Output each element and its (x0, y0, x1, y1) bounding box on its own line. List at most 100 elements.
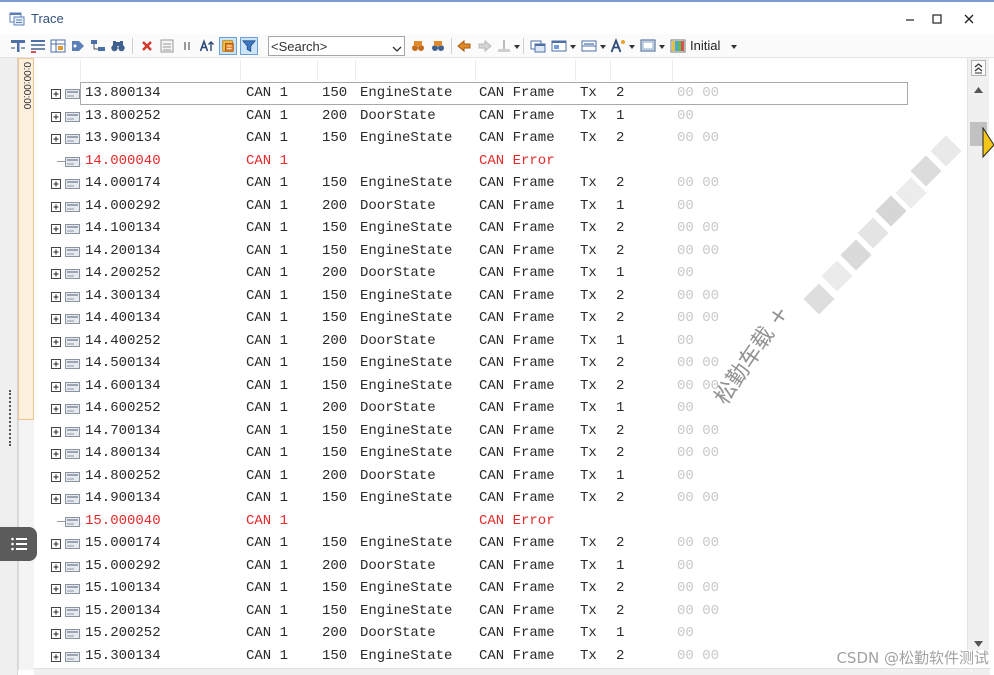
expand-plus-icon[interactable] (51, 381, 61, 392)
trace-row[interactable]: 14.600252 CAN 1 200 DoorState CAN Frame Tx 1 00 (0, 397, 967, 420)
trace-row[interactable]: 15.100134 CAN 1 150 EngineState CAN Frame Tx 2… (0, 577, 967, 600)
binoculars-icon[interactable] (109, 37, 127, 55)
display-icon[interactable] (639, 37, 657, 55)
layout-icon[interactable] (550, 37, 568, 55)
expand-plus-icon[interactable] (51, 538, 61, 549)
window-icon[interactable] (529, 37, 547, 55)
trace-row[interactable]: 15.300134 CAN 1 150 EngineState CAN Frame Tx 2… (0, 645, 967, 668)
trace-row[interactable]: 15.000174 CAN 1 150 EngineState CAN Frame Tx 2… (0, 532, 967, 555)
expand-plus-icon[interactable] (51, 88, 61, 99)
highlight-icon[interactable] (219, 37, 237, 55)
expand-plus-icon[interactable] (51, 471, 61, 482)
trace-row[interactable]: 14.000174 CAN 1 150 EngineState CAN Frame Tx 2… (0, 172, 967, 195)
maximize-button[interactable] (929, 11, 945, 27)
trace-row[interactable]: 14.200134 CAN 1 150 EngineState CAN Frame Tx 2… (0, 240, 967, 263)
chevron-down-icon[interactable] (731, 45, 737, 49)
tag-icon[interactable] (69, 37, 87, 55)
tree-line (57, 520, 65, 522)
expand-plus-icon[interactable] (51, 133, 61, 144)
channel-cell: CAN 1 (246, 625, 289, 641)
trace-row[interactable]: 14.000292 CAN 1 200 DoorState CAN Frame Tx 1 00 (0, 195, 967, 218)
scroll-to-top-button[interactable] (971, 60, 986, 76)
expand-plus-icon[interactable] (51, 111, 61, 122)
trace-row[interactable]: 14.800134 CAN 1 150 EngineState CAN Frame Tx 2… (0, 442, 967, 465)
expand-plus-icon[interactable] (51, 583, 61, 594)
chevron-down-icon[interactable] (392, 41, 402, 52)
trace-row[interactable]: 15.000292 CAN 1 200 DoorState CAN Frame Tx 1 00 (0, 555, 967, 578)
list-menu-button[interactable] (0, 527, 37, 561)
scroll-down-arrow-icon[interactable] (973, 636, 984, 647)
expand-plus-icon[interactable] (51, 246, 61, 257)
trace-row[interactable]: 14.100134 CAN 1 150 EngineState CAN Frame Tx 2… (0, 217, 967, 240)
scroll-up-arrow-icon[interactable] (973, 82, 984, 93)
expand-plus-icon[interactable] (51, 606, 61, 617)
event-type-cell: CAN Frame (479, 265, 555, 281)
message-name-cell: EngineState (360, 422, 453, 439)
expand-plus-icon[interactable] (51, 201, 61, 212)
channel-cell: CAN 1 (246, 467, 289, 484)
trace-row-error[interactable]: 14.000040 CAN 1 CAN Error (0, 150, 967, 173)
chevron-down-icon[interactable] (659, 45, 665, 49)
filter-icon[interactable] (240, 37, 258, 55)
search-input[interactable] (271, 38, 387, 54)
message-icon (65, 201, 80, 212)
event-type-cell: CAN Frame (479, 377, 555, 394)
trace-row[interactable]: 14.700134 CAN 1 150 EngineState CAN Frame Tx 2… (0, 420, 967, 443)
search-combobox[interactable] (268, 36, 405, 56)
expand-plus-icon[interactable] (51, 178, 61, 189)
trace-row[interactable]: 15.200134 CAN 1 150 EngineState CAN Frame Tx 2… (0, 600, 967, 623)
column-config-icon[interactable] (49, 37, 67, 55)
trace-row-error[interactable]: 15.000040 CAN 1 CAN Error (0, 510, 967, 533)
trace-row[interactable]: 13.800134 CAN 1 150 EngineState CAN Frame Tx 2… (0, 82, 967, 105)
chevron-down-icon[interactable] (570, 45, 576, 49)
expand-plus-icon[interactable] (51, 313, 61, 324)
font-icon[interactable] (609, 37, 627, 55)
horizontal-scrollbar[interactable] (34, 668, 990, 675)
expand-plus-icon[interactable] (51, 493, 61, 504)
tree-view-icon[interactable] (89, 37, 107, 55)
trace-row[interactable]: 14.400252 CAN 1 200 DoorState CAN Frame Tx 1 00 (0, 330, 967, 353)
expand-plus-icon[interactable] (51, 426, 61, 437)
data-bytes-cell: 00 00 (677, 647, 720, 664)
arrow-right-icon[interactable] (476, 37, 494, 55)
expand-plus-icon[interactable] (51, 628, 61, 639)
chevron-down-icon[interactable] (600, 45, 606, 49)
pause-icon[interactable] (178, 37, 196, 55)
trace-row[interactable]: 14.800252 CAN 1 200 DoorState CAN Frame Tx 1 00 (0, 465, 967, 488)
sort-ascending-icon[interactable] (198, 37, 216, 55)
expand-plus-icon[interactable] (51, 336, 61, 347)
find-previous-icon[interactable] (409, 37, 427, 55)
expand-plus-icon[interactable] (51, 403, 61, 414)
trace-mode-icon[interactable] (9, 37, 27, 55)
trace-row[interactable]: 14.900134 CAN 1 150 EngineState CAN Frame Tx 2… (0, 487, 967, 510)
close-button[interactable] (961, 11, 977, 27)
direction-cell: Tx (580, 265, 597, 281)
clear-icon[interactable] (138, 37, 156, 55)
arrow-left-icon[interactable] (455, 37, 473, 55)
marker-icon[interactable] (495, 37, 513, 55)
trace-row[interactable]: 14.200252 CAN 1 200 DoorState CAN Frame Tx 1 00 (0, 262, 967, 285)
chevron-down-icon[interactable] (629, 45, 635, 49)
chevron-down-icon[interactable] (514, 45, 520, 49)
trace-row[interactable]: 14.600134 CAN 1 150 EngineState CAN Frame Tx 2… (0, 375, 967, 398)
expand-plus-icon[interactable] (51, 448, 61, 459)
minimize-button[interactable] (902, 11, 918, 27)
trace-row[interactable]: 13.800252 CAN 1 200 DoorState CAN Frame Tx 1 00 (0, 105, 967, 128)
expand-plus-icon[interactable] (51, 561, 61, 572)
expand-plus-icon[interactable] (51, 291, 61, 302)
color-bars-icon[interactable] (669, 37, 687, 55)
expand-plus-icon[interactable] (51, 268, 61, 279)
direction-cell: Tx (580, 355, 597, 371)
list-icon[interactable] (158, 37, 176, 55)
find-next-icon[interactable] (429, 37, 447, 55)
expand-plus-icon[interactable] (51, 651, 61, 662)
expand-plus-icon[interactable] (51, 223, 61, 234)
detail-view-icon[interactable] (29, 37, 47, 55)
columns-icon[interactable] (580, 37, 598, 55)
trace-row[interactable]: 13.900134 CAN 1 150 EngineState CAN Frame Tx 2… (0, 127, 967, 150)
expand-plus-icon[interactable] (51, 358, 61, 369)
layout-selector[interactable]: Initial (690, 38, 720, 53)
data-bytes-cell: 00 (677, 467, 694, 484)
trace-row[interactable]: 15.200252 CAN 1 200 DoorState CAN Frame Tx 1 00 (0, 622, 967, 645)
trace-row[interactable]: 14.500134 CAN 1 150 EngineState CAN Frame Tx 2… (0, 352, 967, 375)
